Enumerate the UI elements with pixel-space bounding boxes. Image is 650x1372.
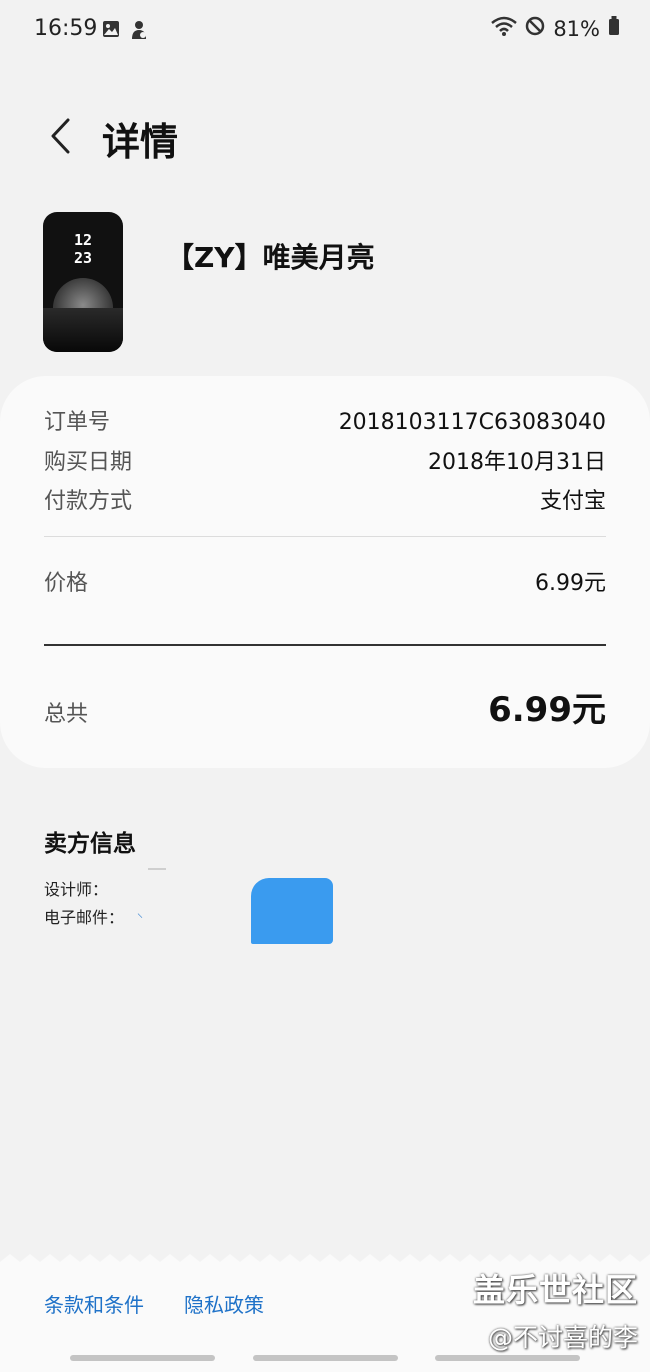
status-left-icons (102, 20, 148, 44)
total-row: 总共 6.99元 (44, 682, 606, 731)
divider (44, 536, 606, 537)
designer-label: 设计师： (44, 880, 109, 899)
back-button[interactable] (40, 108, 80, 168)
watermark-community: 盖乐世社区 (472, 1271, 638, 1309)
moon-image (53, 278, 113, 312)
order-details-card: 订单号 2018103117C63083040 购买日期 2018年10月31日… (0, 376, 650, 768)
nav-hint-right[interactable] (435, 1355, 580, 1361)
status-time: 16:59 (34, 16, 98, 41)
header: 详情 (40, 108, 178, 168)
order-number-row: 订单号 2018103117C63083040 (44, 404, 606, 436)
do-not-disturb-icon (525, 16, 545, 41)
battery-icon (608, 16, 620, 41)
thumbnail-ground (43, 308, 123, 352)
total-label: 总共 (44, 702, 89, 727)
price-value: 6.99元 (535, 571, 606, 596)
terms-link[interactable]: 条款和条件 (44, 1289, 144, 1318)
total-divider (44, 644, 606, 646)
status-bar: 16:59 81% (0, 0, 650, 60)
thumbnail-minute: 23 (73, 249, 93, 267)
person-notification-icon (130, 20, 148, 44)
battery-percent: 81% (553, 16, 600, 41)
gallery-icon (102, 20, 120, 44)
payment-method-row: 付款方式 支付宝 (44, 483, 606, 515)
wifi-icon (491, 16, 518, 41)
status-right: 81% (491, 16, 620, 41)
order-number-label: 订单号 (44, 410, 111, 435)
purchase-date-row: 购买日期 2018年10月31日 (44, 444, 606, 476)
total-value: 6.99元 (488, 690, 606, 730)
payment-method-label: 付款方式 (44, 489, 133, 514)
page-title: 详情 (102, 119, 179, 164)
nav-hint-left[interactable] (70, 1355, 215, 1361)
watermark-author: @不讨喜的李 (487, 1323, 638, 1352)
payment-method-value: 支付宝 (539, 489, 606, 514)
email-label: 电子邮件： (44, 908, 125, 927)
order-number-value: 2018103117C63083040 (338, 410, 606, 435)
nav-hint-center[interactable] (253, 1355, 398, 1361)
privacy-link[interactable]: 隐私政策 (184, 1289, 264, 1318)
chevron-left-icon (49, 118, 71, 158)
purchase-date-value: 2018年10月31日 (428, 450, 606, 475)
thumbnail-hour: 12 (73, 231, 93, 249)
seller-info-title: 卖方信息 (44, 831, 136, 857)
product-name: 【ZY】唯美月亮 (166, 241, 375, 274)
redacted-email-value: ⸌ (137, 911, 144, 925)
purchase-date-label: 购买日期 (44, 450, 133, 475)
product-thumbnail[interactable]: 12 23 (43, 212, 123, 352)
price-row: 价格 6.99元 (44, 565, 606, 597)
price-label: 价格 (44, 571, 89, 596)
redaction-mark (251, 878, 333, 944)
redacted-designer-value (148, 868, 166, 870)
